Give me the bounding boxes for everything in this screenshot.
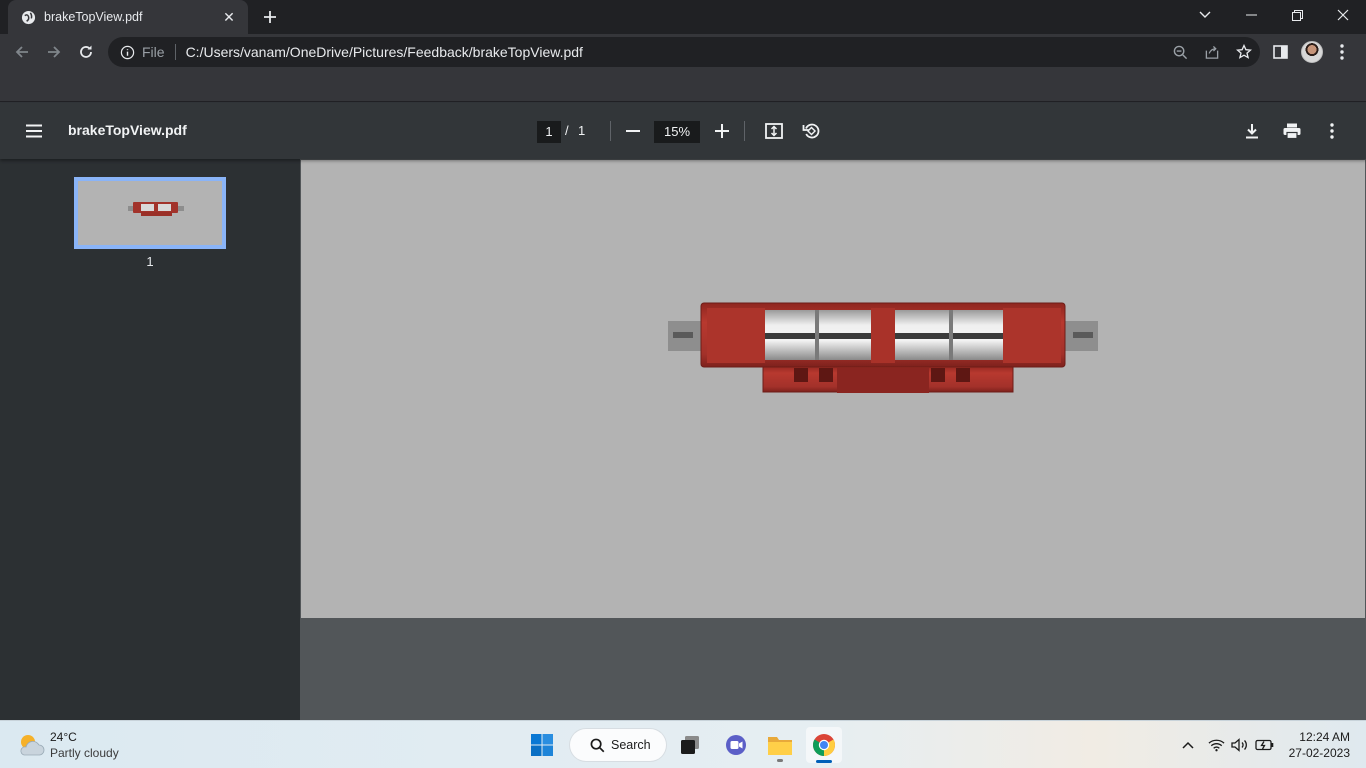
chrome-menu-button[interactable] (1328, 38, 1356, 66)
active-indicator (816, 760, 832, 763)
restore-icon (1291, 9, 1303, 21)
download-icon (1246, 124, 1258, 139)
browser-tab[interactable]: brakeTopView.pdf ✕ (8, 0, 248, 34)
fit-page-button[interactable] (760, 117, 788, 145)
task-view-button[interactable] (672, 727, 708, 763)
divider (744, 121, 745, 141)
partly-cloudy-icon[interactable] (16, 730, 46, 760)
chevron-up-icon (1182, 741, 1194, 749)
pdf-title: brakeTopView.pdf (68, 122, 187, 138)
clock-time[interactable]: 12:24 AM (1299, 730, 1350, 744)
battery-charging-icon (1254, 739, 1273, 751)
wifi-status[interactable] (1204, 733, 1228, 757)
zoom-icon[interactable] (1164, 38, 1196, 66)
print-button[interactable] (1278, 117, 1306, 145)
brake-top-view-image (668, 302, 1098, 393)
divider (610, 121, 611, 141)
rotate-counterclockwise-icon (802, 123, 820, 139)
chevron-down-icon (1199, 11, 1211, 18)
address-bar[interactable]: File C:/Users/vanam/OneDrive/Pictures/Fe… (108, 37, 1260, 67)
taskbar-search[interactable]: Search (570, 729, 666, 761)
chrome-taskbar-button[interactable] (806, 727, 842, 763)
restore-button[interactable] (1274, 0, 1320, 30)
more-vert-icon (1330, 123, 1334, 139)
share-icon[interactable] (1196, 38, 1228, 66)
tab-title: brakeTopView.pdf (44, 10, 143, 24)
thumbnail-image (128, 202, 184, 216)
pdf-page (301, 160, 1365, 618)
zoom-input[interactable]: 15% (654, 121, 700, 143)
forward-button[interactable] (40, 38, 68, 66)
back-button[interactable] (8, 38, 36, 66)
wifi-icon (1208, 739, 1224, 752)
search-label: Search (611, 738, 651, 752)
close-icon[interactable]: ✕ (220, 8, 238, 26)
folder-icon (768, 737, 792, 755)
thumbnail-sidebar: 1 (0, 159, 300, 720)
arrow-right-icon (48, 46, 61, 58)
info-icon[interactable] (112, 45, 142, 60)
url-scheme: File (142, 44, 176, 60)
zoom-in-button[interactable] (708, 117, 736, 145)
show-hidden-icons-button[interactable] (1176, 733, 1200, 757)
page-thumbnail[interactable] (74, 177, 226, 249)
chat-icon (726, 735, 746, 755)
pdf-viewer[interactable] (300, 159, 1366, 720)
weather-temperature: 24°C (50, 730, 77, 744)
windows-taskbar: 24°C Partly cloudy Search 12:24 AM 27-02… (0, 720, 1366, 768)
plus-icon (715, 124, 729, 138)
tab-strip: brakeTopView.pdf ✕ (0, 0, 1366, 34)
reload-icon (80, 45, 92, 58)
thumbnail-page-number: 1 (146, 254, 154, 269)
fit-to-page-icon (765, 123, 783, 139)
browser-toolbar: File C:/Users/vanam/OneDrive/Pictures/Fe… (0, 34, 1366, 70)
new-tab-button[interactable] (258, 6, 282, 28)
zoom-out-button[interactable] (619, 117, 647, 145)
running-indicator (777, 759, 783, 762)
page-total: 1 (578, 123, 586, 138)
reload-button[interactable] (72, 38, 100, 66)
start-button[interactable] (524, 727, 560, 763)
profile-button[interactable] (1298, 38, 1326, 66)
close-icon (1337, 9, 1349, 21)
globe-icon (20, 9, 36, 25)
print-icon (1283, 123, 1301, 139)
bookmark-star-icon[interactable] (1228, 38, 1260, 66)
tab-search-button[interactable] (1182, 0, 1228, 30)
arrow-left-icon (15, 46, 28, 58)
weather-description: Partly cloudy (50, 746, 119, 760)
minimize-icon (1245, 14, 1257, 16)
minimize-button[interactable] (1228, 0, 1274, 30)
battery-status[interactable] (1252, 733, 1276, 757)
search-icon (590, 738, 605, 752)
page-separator: / (565, 123, 569, 138)
pdf-toolbar: brakeTopView.pdf 1 / 1 15% (0, 103, 1366, 159)
volume-status[interactable] (1228, 733, 1252, 757)
hamburger-menu-icon (26, 124, 42, 138)
task-view-icon (681, 736, 699, 754)
url-text[interactable]: C:/Users/vanam/OneDrive/Pictures/Feedbac… (186, 44, 1164, 60)
clock-date[interactable]: 27-02-2023 (1289, 746, 1350, 760)
side-panel-icon (1272, 45, 1288, 59)
side-panel-button[interactable] (1266, 38, 1294, 66)
download-button[interactable] (1238, 117, 1266, 145)
close-window-button[interactable] (1320, 0, 1366, 30)
rotate-button[interactable] (797, 117, 825, 145)
windows-logo-icon (531, 734, 553, 756)
file-explorer-button[interactable] (762, 727, 798, 763)
page-number-input[interactable]: 1 (537, 121, 561, 143)
chrome-icon (813, 734, 835, 756)
teams-chat-button[interactable] (718, 727, 754, 763)
more-actions-button[interactable] (1318, 117, 1346, 145)
plus-icon (264, 11, 276, 23)
sidebar-toggle-button[interactable] (20, 117, 48, 145)
minus-icon (626, 130, 640, 132)
bookmarks-bar (0, 70, 1366, 102)
more-vert-icon (1340, 44, 1344, 60)
volume-icon (1231, 738, 1247, 752)
avatar (1301, 41, 1323, 63)
